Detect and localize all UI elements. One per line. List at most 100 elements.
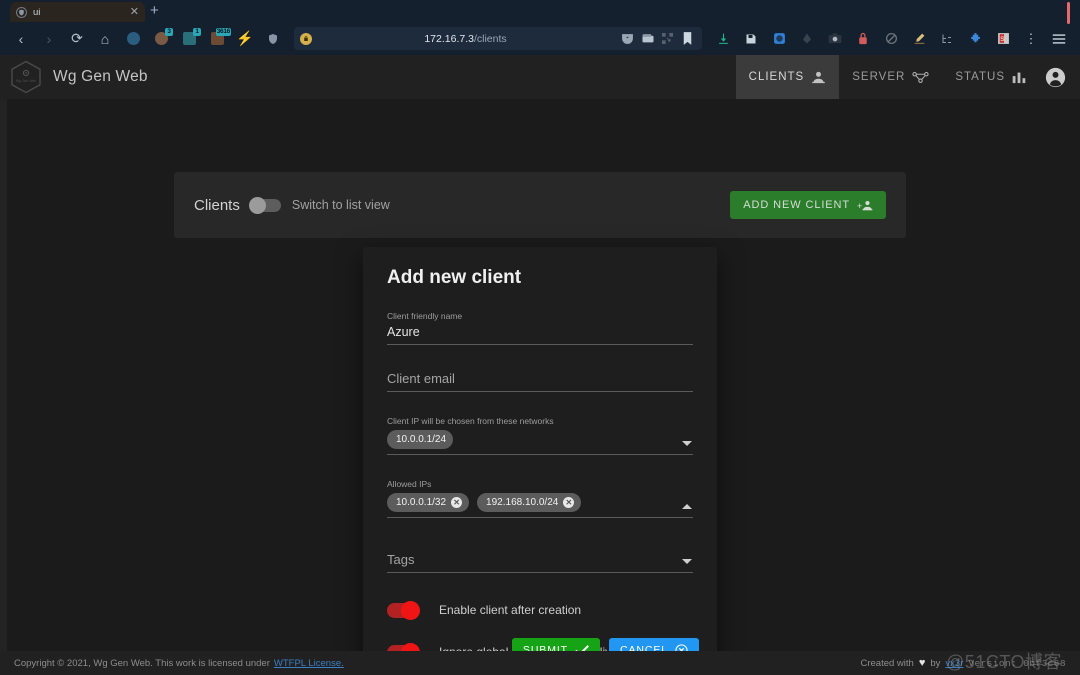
qr-icon[interactable] bbox=[659, 31, 676, 46]
tracker-counter-icon[interactable]: 3616 bbox=[204, 26, 231, 52]
screenshot-icon[interactable] bbox=[822, 26, 848, 52]
flash-icon[interactable]: ⚡ bbox=[232, 26, 258, 52]
svg-text:Wg Gen Web: Wg Gen Web bbox=[16, 79, 36, 83]
switch-to-list-view-label: Switch to list view bbox=[291, 198, 390, 212]
highlighter-icon[interactable] bbox=[906, 26, 932, 52]
networks-chip-list: 10.0.0.1/24 bbox=[387, 428, 693, 454]
url-path: /clients bbox=[473, 32, 507, 45]
bookmark-icon[interactable] bbox=[679, 31, 696, 46]
field-client-networks: Client IP will be chosen from these netw… bbox=[387, 416, 693, 455]
switch-to-list-view-toggle[interactable] bbox=[248, 196, 281, 214]
footer-copyright: Copyright © 2021, Wg Gen Web. This work … bbox=[14, 657, 270, 669]
brand[interactable]: Wg Gen Web Wg Gen Web bbox=[0, 60, 148, 94]
firefox-account-icon[interactable] bbox=[794, 26, 820, 52]
forward-button[interactable]: › bbox=[36, 26, 62, 52]
network-chip[interactable]: 10.0.0.1/24 bbox=[387, 430, 454, 449]
chip-remove-icon[interactable]: ✕ bbox=[563, 497, 575, 508]
wg-gen-web-hex-logo-icon: Wg Gen Web bbox=[10, 60, 42, 94]
puzzle-extension-icon[interactable] bbox=[962, 26, 988, 52]
svg-text:+: + bbox=[857, 201, 863, 211]
nav-item-clients[interactable]: CLIENTS bbox=[735, 55, 840, 99]
chip-label: 192.168.10.0/24 bbox=[486, 497, 559, 508]
by-label: by bbox=[930, 657, 941, 669]
app-header: Wg Gen Web Wg Gen Web CLIENTS SERVER STA… bbox=[0, 55, 1080, 99]
tab-alert-marker bbox=[1067, 2, 1070, 24]
browser-tab[interactable]: ui ✕ bbox=[10, 2, 145, 22]
created-with-label: Created with bbox=[860, 657, 914, 669]
nav-label-status: STATUS bbox=[955, 71, 1005, 83]
chevron-down-icon[interactable] bbox=[682, 441, 692, 446]
chip-label: 10.0.0.1/24 bbox=[396, 434, 447, 445]
site-identity-icon[interactable] bbox=[300, 32, 312, 45]
overflow-menu-icon[interactable]: ⋮ bbox=[1018, 26, 1044, 52]
nav-label-clients: CLIENTS bbox=[748, 71, 805, 83]
tags-input[interactable]: Tags bbox=[387, 550, 693, 572]
url-bar[interactable]: 172.16.7.3/clients bbox=[294, 27, 702, 50]
person-add-icon: + bbox=[857, 199, 873, 212]
chip-label: 10.0.0.1/32 bbox=[396, 497, 447, 508]
stylus-icon[interactable]: S bbox=[990, 26, 1016, 52]
people-icon bbox=[811, 71, 826, 84]
browser-chrome: ui ✕ + ‹ › ⟳ ⌂ 3 1 3616 ⚡ 172.16.7.3/cli… bbox=[0, 0, 1080, 55]
wtfpl-license-link[interactable]: WTFPL License. bbox=[274, 658, 344, 669]
home-button[interactable]: ⌂ bbox=[92, 26, 118, 52]
svg-text:S: S bbox=[1000, 36, 1005, 43]
pocket-icon[interactable] bbox=[619, 31, 636, 46]
add-new-client-button[interactable]: ADD NEW CLIENT + bbox=[730, 191, 886, 219]
save-icon[interactable] bbox=[738, 26, 764, 52]
shield-icon[interactable] bbox=[260, 26, 286, 52]
nav-item-status[interactable]: STATUS bbox=[942, 55, 1039, 99]
toggle-row-enable-client: Enable client after creation bbox=[387, 599, 693, 621]
chevron-up-icon[interactable] bbox=[682, 504, 692, 509]
chip-remove-icon[interactable]: ✕ bbox=[451, 497, 463, 508]
footer-credits: Created with ♥ by vx3r Version: 0bf3c68 … bbox=[860, 652, 1067, 672]
account-circle-icon[interactable] bbox=[1039, 67, 1080, 88]
clients-card: Clients Switch to list view ADD NEW CLIE… bbox=[174, 172, 906, 238]
close-icon[interactable]: ✕ bbox=[130, 6, 139, 18]
cookie-extension-icon[interactable]: 3 bbox=[148, 26, 174, 52]
app-footer: Copyright © 2021, Wg Gen Web. This work … bbox=[0, 651, 1080, 675]
network-icon bbox=[912, 71, 929, 84]
browser-tabstrip: ui ✕ + bbox=[0, 0, 1080, 24]
hamburger-menu-icon[interactable] bbox=[1046, 26, 1072, 52]
client-friendly-name-input[interactable]: Azure bbox=[387, 323, 693, 344]
field-tags: Tags bbox=[387, 550, 693, 573]
url-host: 172.16.7.3 bbox=[424, 32, 474, 45]
wallet-icon[interactable] bbox=[639, 31, 656, 46]
download-icon[interactable] bbox=[710, 26, 736, 52]
tree-style-tab-icon[interactable] bbox=[934, 26, 960, 52]
globe-extension-icon[interactable] bbox=[120, 26, 146, 52]
url-bar-actions bbox=[619, 31, 696, 46]
new-tab-button[interactable]: + bbox=[150, 3, 159, 19]
block-icon[interactable] bbox=[878, 26, 904, 52]
enable-client-after-creation-toggle[interactable] bbox=[387, 600, 420, 620]
allowed-ip-chip[interactable]: 10.0.0.1/32 ✕ bbox=[387, 493, 470, 512]
chevron-down-icon[interactable] bbox=[682, 559, 692, 564]
reload-button[interactable]: ⟳ bbox=[64, 26, 90, 52]
privacy-extension-icon[interactable]: 1 bbox=[176, 26, 202, 52]
field-label: Client IP will be chosen from these netw… bbox=[387, 416, 554, 426]
lock-manager-icon[interactable] bbox=[850, 26, 876, 52]
bar-chart-icon bbox=[1012, 71, 1026, 84]
nav-item-server[interactable]: SERVER bbox=[839, 55, 942, 99]
field-client-friendly-name: Client friendly name Azure bbox=[387, 311, 693, 345]
client-email-input[interactable]: Client email bbox=[387, 369, 693, 391]
back-button[interactable]: ‹ bbox=[8, 26, 34, 52]
author-link[interactable]: vx3r bbox=[945, 658, 963, 669]
extension-badge: 3 bbox=[165, 27, 173, 36]
version-text: Version: 0bf3c68 bbox=[968, 657, 1066, 669]
allowed-ip-chip[interactable]: 192.168.10.0/24 ✕ bbox=[477, 493, 582, 512]
dialog-title: Add new client bbox=[387, 267, 522, 288]
container-icon[interactable] bbox=[766, 26, 792, 52]
add-new-client-label: ADD NEW CLIENT bbox=[743, 199, 850, 211]
toggle-knob bbox=[401, 600, 420, 620]
app-nav: CLIENTS SERVER STATUS bbox=[735, 55, 1080, 99]
extension-badge: 3616 bbox=[215, 27, 231, 36]
nav-label-server: SERVER bbox=[852, 71, 906, 83]
extension-badge: 1 bbox=[193, 27, 201, 36]
url-text: 172.16.7.3/clients bbox=[312, 33, 619, 45]
